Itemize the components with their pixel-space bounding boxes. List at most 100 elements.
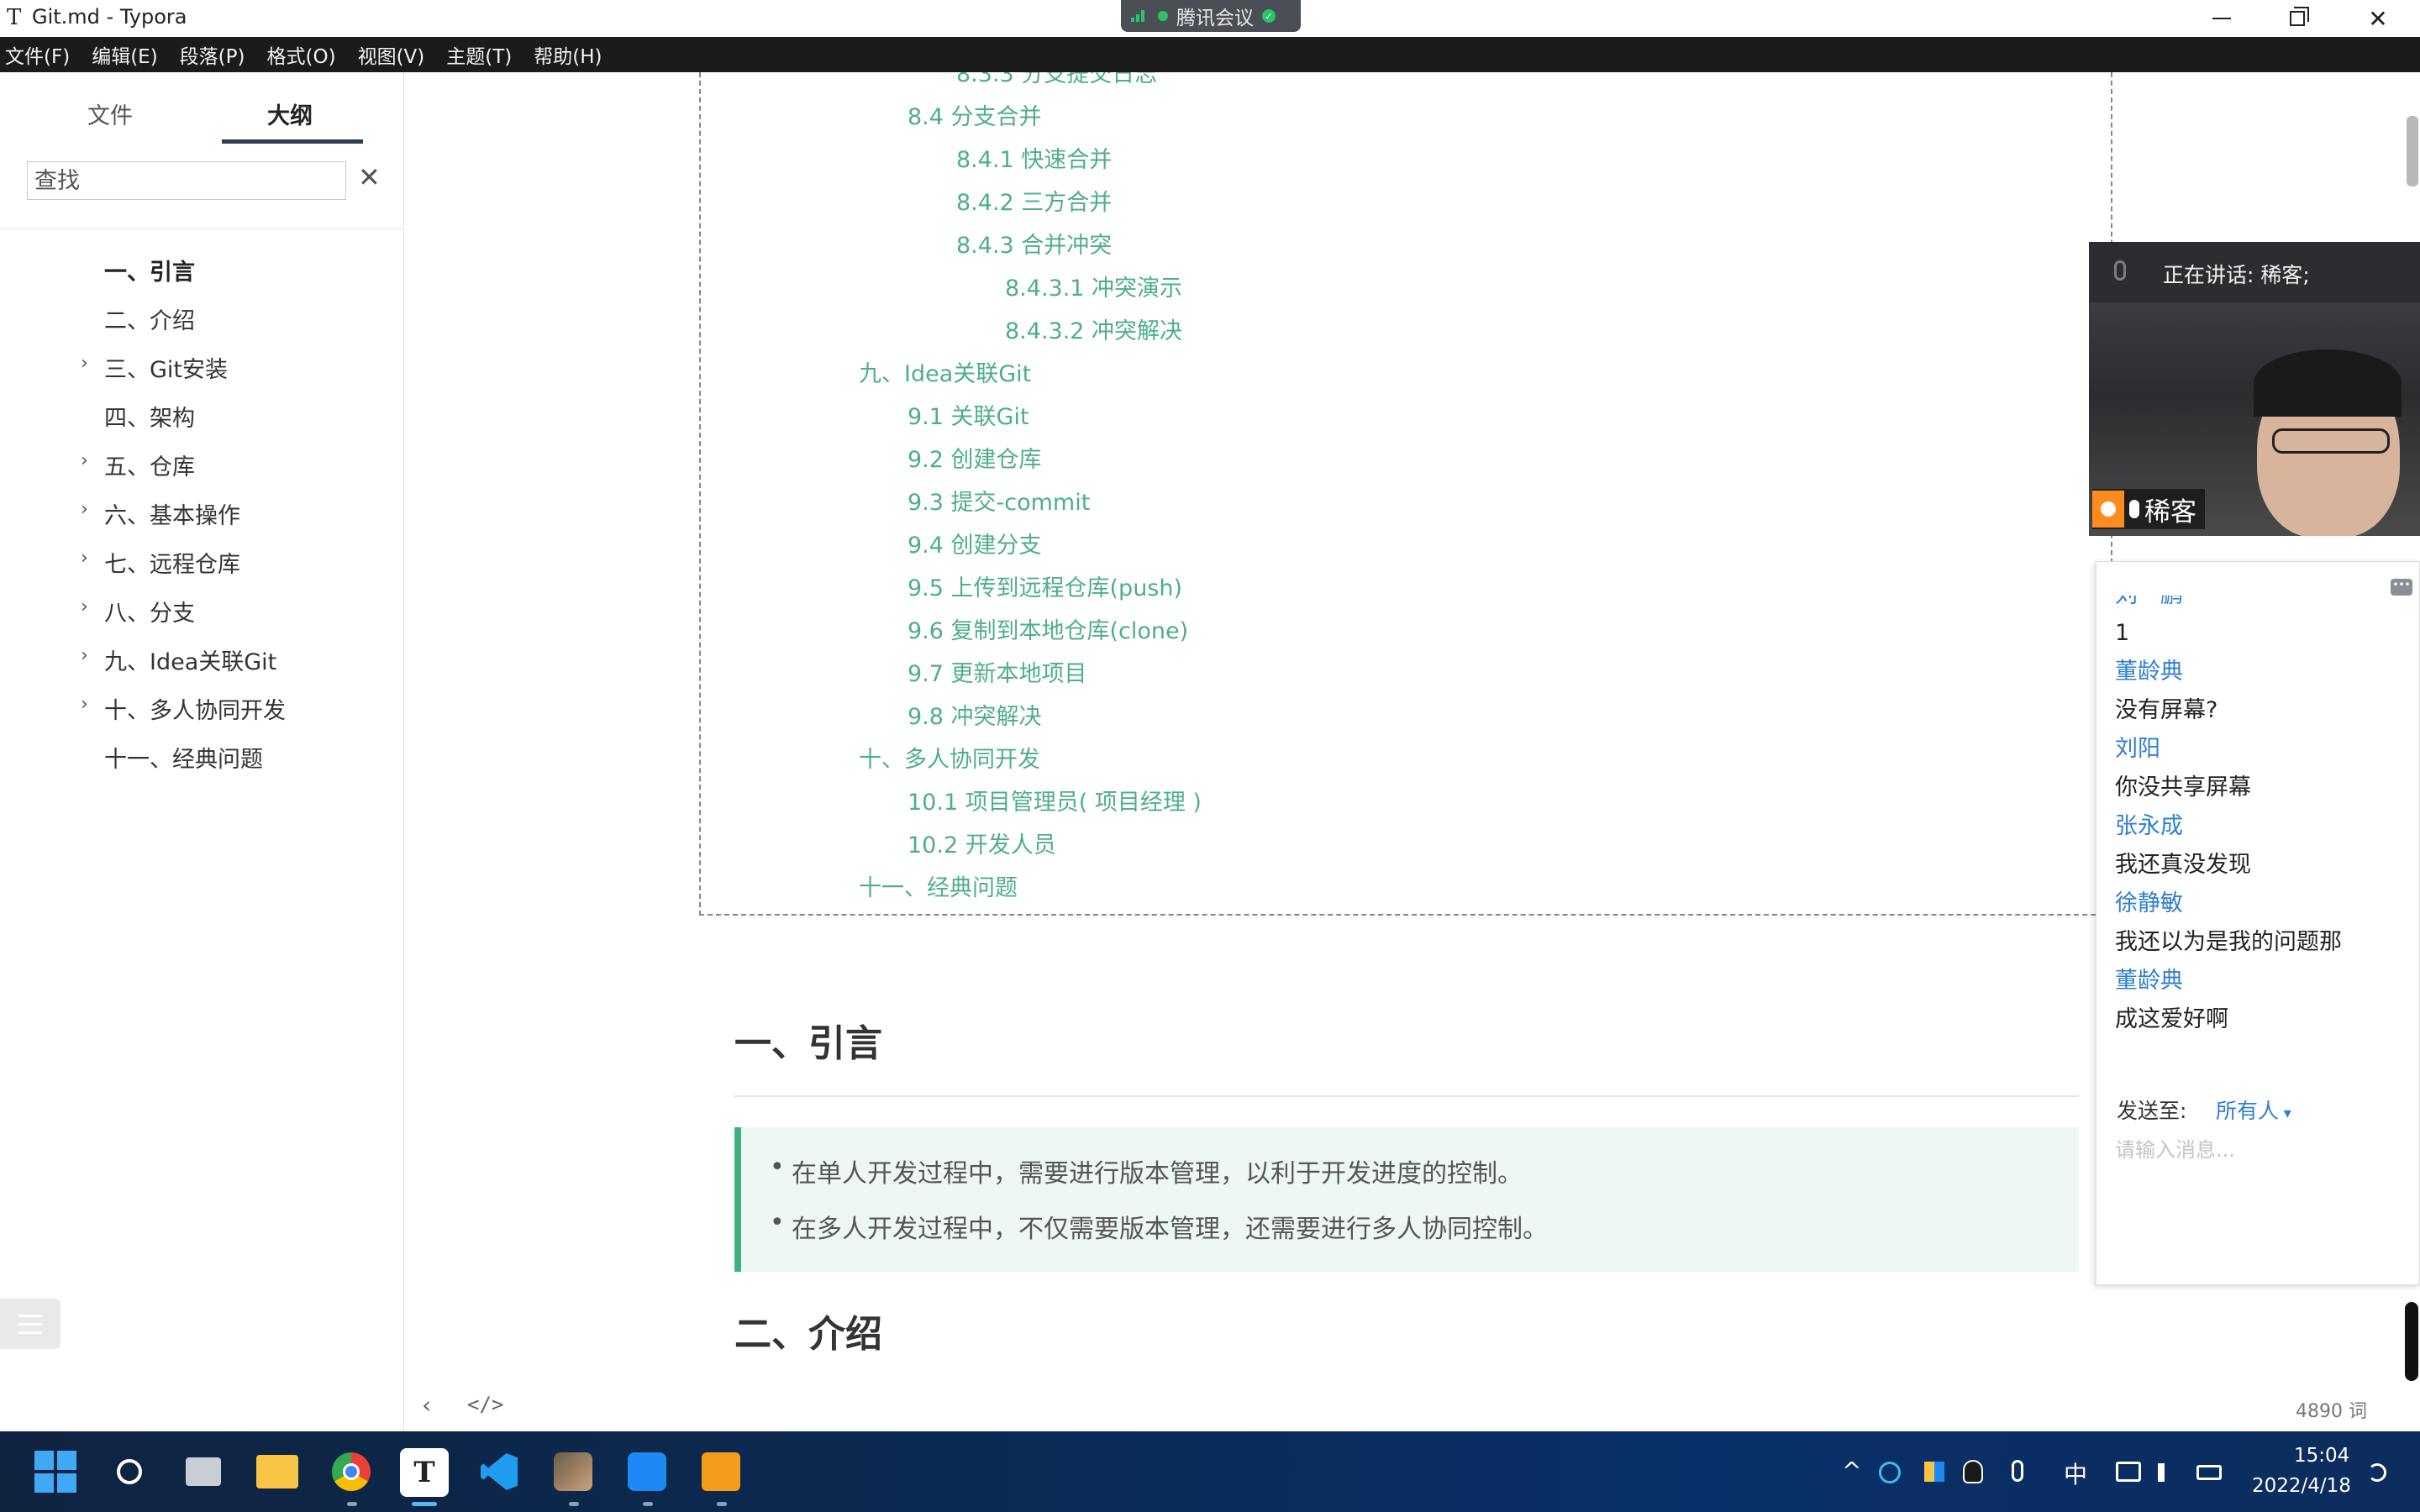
chat-message-text: 成这爱好啊 xyxy=(2115,1006,2228,1032)
outline-item[interactable]: 一、引言 xyxy=(0,245,404,294)
windows-icon xyxy=(34,1451,76,1493)
toc-link[interactable]: 9.7 更新本地项目 xyxy=(908,655,1087,688)
outline-item-label: 九、Idea关联Git xyxy=(104,649,277,675)
tab-files[interactable]: 文件 xyxy=(87,97,133,130)
source-code-mode-icon[interactable]: </> xyxy=(467,1393,503,1416)
outline-item[interactable]: 二、介绍 xyxy=(0,294,404,343)
tray-app-icon[interactable] xyxy=(1879,1462,1901,1483)
chat-bubble-icon[interactable]: ••• xyxy=(2391,579,2412,596)
chat-message-list[interactable]: 刘一鹏1董龄典没有屏幕?刘阳你没共享屏幕张永成我还真没发现徐静敏我还以为是我的问… xyxy=(2115,596,2409,1039)
vscode-icon xyxy=(481,1453,518,1490)
menu-theme[interactable]: 主题(T) xyxy=(446,40,512,69)
toc-link[interactable]: 9.6 复制到本地仓库(clone) xyxy=(908,612,1188,645)
send-to-dropdown[interactable]: 所有人 xyxy=(2216,1095,2291,1125)
chat-message-text: 我还真没发现 xyxy=(2115,852,2251,878)
outline-item[interactable]: › 十、多人协同开发 xyxy=(0,684,404,732)
outline-item[interactable]: 四、架构 xyxy=(0,391,404,440)
outline-toggle-button[interactable] xyxy=(0,1299,60,1349)
menu-view[interactable]: 视图(V) xyxy=(358,40,425,69)
tab-outline[interactable]: 大纲 xyxy=(267,97,313,130)
input-method-indicator[interactable]: 中 xyxy=(2064,1457,2087,1490)
tray-app-icon[interactable] xyxy=(1924,1462,1944,1482)
chevron-right-icon[interactable]: › xyxy=(81,548,88,569)
clear-search-icon[interactable]: ✕ xyxy=(358,161,381,193)
notification-icon[interactable] xyxy=(2368,1463,2386,1482)
toc-link[interactable]: 8.4.3.1 冲突演示 xyxy=(1005,270,1182,302)
back-arrow-icon[interactable]: ‹ xyxy=(422,1391,431,1419)
chevron-right-icon[interactable]: › xyxy=(81,499,88,520)
toc-link[interactable]: 9.2 创建仓库 xyxy=(908,441,1042,474)
list-item: 在单人开发过程中，需要进行版本管理，以利于开发进度的控制。 xyxy=(770,1152,1523,1189)
outline-item[interactable]: › 七、远程仓库 xyxy=(0,538,404,586)
close-button[interactable]: ✕ xyxy=(2341,0,2415,37)
minimize-button[interactable] xyxy=(2185,0,2259,37)
meeting-video-panel[interactable]: 正在讲话: 稀客; 稀客 xyxy=(2089,242,2420,536)
toc-link[interactable]: 十、多人协同开发 xyxy=(859,741,1040,774)
restore-icon xyxy=(2290,7,2309,26)
outline-item[interactable]: › 八、分支 xyxy=(0,586,404,635)
restore-button[interactable] xyxy=(2260,0,2334,37)
feishu-button[interactable] xyxy=(623,1448,671,1495)
sublime-text-button[interactable] xyxy=(697,1448,744,1495)
toc-link[interactable]: 8.4.3 合并冲突 xyxy=(956,227,1112,260)
toc-link[interactable]: 9.5 上传到远程仓库(push) xyxy=(908,570,1182,602)
toc-link[interactable]: 8.4.2 三方合并 xyxy=(956,184,1112,217)
toc-link[interactable]: 十一、经典问题 xyxy=(859,869,1018,902)
menu-paragraph[interactable]: 段落(P) xyxy=(180,40,245,69)
chrome-button[interactable] xyxy=(328,1448,375,1495)
menu-bar: 文件(F) 编辑(E) 段落(P) 格式(O) 视图(V) 主题(T) 帮助(H… xyxy=(0,37,2420,72)
menu-edit[interactable]: 编辑(E) xyxy=(92,40,157,69)
menu-file[interactable]: 文件(F) xyxy=(5,40,70,69)
scrollbar-handle[interactable] xyxy=(2405,1302,2418,1381)
chat-message-input[interactable] xyxy=(2115,1133,2401,1167)
outline-item[interactable]: 十一、经典问题 xyxy=(0,732,404,781)
tencent-meeting-pill[interactable]: 腾讯会议 ✓ xyxy=(1121,0,1301,32)
outline-item[interactable]: › 九、Idea关联Git xyxy=(0,635,404,684)
outline-search-input[interactable] xyxy=(27,161,346,200)
typora-button[interactable]: T xyxy=(400,1448,449,1497)
menu-format[interactable]: 格式(O) xyxy=(267,40,336,69)
toc-link[interactable]: 8.3.3 分支提交日志 xyxy=(956,72,1157,88)
chevron-right-icon[interactable]: › xyxy=(81,645,88,666)
clock-date[interactable]: 2022/4/18 xyxy=(2252,1475,2351,1497)
game-app-button[interactable] xyxy=(550,1448,597,1495)
search-button[interactable] xyxy=(106,1448,153,1495)
menu-help[interactable]: 帮助(H) xyxy=(534,40,602,69)
outline-item-label: 五、仓库 xyxy=(104,454,195,480)
vscode-button[interactable] xyxy=(476,1448,523,1495)
toc-link[interactable]: 8.4.1 快速合并 xyxy=(956,141,1112,174)
outline-item[interactable]: › 六、基本操作 xyxy=(0,489,404,538)
outline-item[interactable]: › 三、Git安装 xyxy=(0,343,404,391)
battery-icon[interactable] xyxy=(2196,1465,2222,1480)
toc-link[interactable]: 9.8 冲突解决 xyxy=(908,698,1042,731)
chevron-right-icon[interactable]: › xyxy=(81,596,88,617)
toc-link[interactable]: 九、Idea关联Git xyxy=(859,355,1031,388)
chevron-right-icon[interactable]: › xyxy=(81,353,88,374)
toc-link[interactable]: 8.4.3.2 冲突解决 xyxy=(1005,312,1182,345)
toc-link[interactable]: 9.3 提交-commit xyxy=(908,484,1090,517)
volume-icon[interactable] xyxy=(2158,1463,2176,1482)
toc-link[interactable]: 10.2 开发人员 xyxy=(908,827,1056,859)
clock-time[interactable]: 15:04 xyxy=(2294,1445,2349,1467)
toc-link[interactable]: 9.1 关联Git xyxy=(908,398,1029,431)
scrollbar-thumb[interactable] xyxy=(2407,116,2418,186)
chat-sender-name: 张永成 xyxy=(2115,813,2183,839)
chevron-right-icon[interactable]: › xyxy=(81,694,88,715)
tray-overflow-icon[interactable]: ^ xyxy=(1842,1457,1861,1484)
chevron-right-icon[interactable]: › xyxy=(81,450,88,471)
file-explorer-button[interactable] xyxy=(254,1448,301,1495)
word-count[interactable]: 4890 词 xyxy=(2296,1396,2367,1423)
task-view-button[interactable] xyxy=(180,1448,227,1495)
qq-icon[interactable] xyxy=(1963,1460,1983,1483)
toc-link[interactable]: 10.1 项目管理员( 项目经理 ) xyxy=(908,784,1202,816)
network-icon[interactable] xyxy=(2116,1462,2141,1482)
toc-link[interactable]: 8.4 分支合并 xyxy=(908,98,1042,131)
microphone-icon[interactable] xyxy=(2012,1460,2023,1482)
toc-link[interactable]: 9.4 创建分支 xyxy=(908,527,1042,559)
start-button[interactable] xyxy=(32,1448,79,1495)
outline-item-label: 六、基本操作 xyxy=(104,503,240,529)
outline-item-label: 八、分支 xyxy=(104,601,195,627)
outline-item-label: 二、介绍 xyxy=(104,308,195,334)
status-bar: ‹ </> 4890 词 xyxy=(405,1383,2420,1431)
outline-item[interactable]: › 五、仓库 xyxy=(0,440,404,489)
